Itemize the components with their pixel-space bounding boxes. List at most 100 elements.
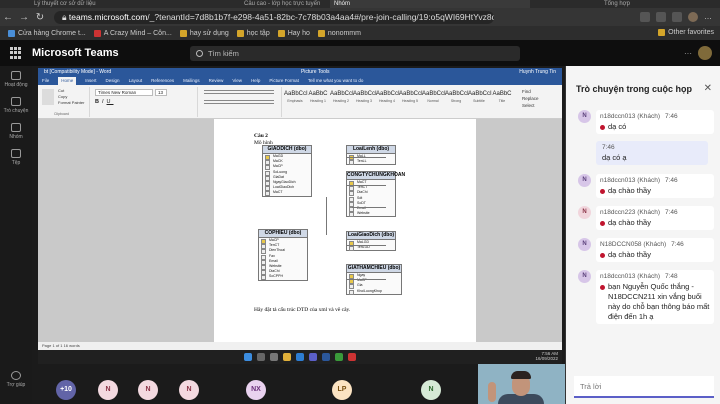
app-launcher-icon[interactable]	[10, 47, 22, 59]
participant-avatar[interactable]: +10	[56, 380, 76, 400]
tab-layout[interactable]: Layout	[129, 77, 143, 85]
participant-avatar[interactable]: NX	[246, 380, 266, 400]
tab-home[interactable]: Home	[58, 77, 77, 85]
browser-tab-active[interactable]: Nhóm	[330, 0, 530, 8]
style-strong[interactable]: AaBbCcI Strong	[445, 89, 469, 106]
relationship-line	[346, 185, 386, 186]
rail-files[interactable]: Tệp	[0, 144, 32, 170]
close-icon[interactable]: ✕	[704, 83, 712, 94]
format-painter-button[interactable]: Format Painter	[58, 100, 84, 106]
tab-design[interactable]: Design	[106, 77, 120, 85]
xbox-icon[interactable]	[335, 353, 343, 361]
bookmark-item[interactable]: A Crazy Mind – Côn...	[93, 29, 172, 37]
bookmark-folder[interactable]: hay sử dụng	[179, 29, 229, 37]
bookmark-folder[interactable]: Hay ho	[277, 29, 310, 37]
tab-mailings[interactable]: Mailings	[183, 77, 200, 85]
table-field: SoCPPH	[259, 274, 307, 281]
participant-avatar[interactable]: N	[421, 380, 441, 400]
find-button[interactable]: Find	[522, 88, 539, 95]
font-size-select[interactable]: 13	[155, 89, 167, 96]
style-heading-3[interactable]: AaBbCcI Heading 3	[353, 89, 377, 106]
bookmark-folder[interactable]: học tập	[236, 29, 270, 37]
message-body: n18dccn013 (Khách) 7:46 dạ chào thầy	[596, 174, 714, 198]
select-button[interactable]: Select	[522, 102, 539, 109]
paste-icon[interactable]	[42, 89, 54, 105]
align-buttons-icon[interactable]	[204, 100, 274, 104]
diagram-table[interactable]: GIAODICH (dbo) MaGD MaCK MaCP SoLuong GiaDat N…	[262, 145, 312, 197]
tab-help[interactable]: Help	[251, 77, 260, 85]
more-icon[interactable]: …	[704, 12, 714, 22]
other-favorites[interactable]: Other favorites	[658, 29, 714, 36]
windows-start-icon[interactable]	[244, 353, 252, 361]
collections-icon[interactable]	[672, 12, 682, 22]
message-meta: n18dccn013 (Khách) 7:46	[600, 176, 710, 186]
task-view-icon[interactable]	[270, 353, 278, 361]
tell-me-box[interactable]: Tell me what you want to do	[308, 77, 364, 85]
rail-help[interactable]: Trợ giúp	[0, 366, 32, 392]
style-heading-4[interactable]: AaBbCcI Heading 4	[376, 89, 400, 106]
message-meta: N18DCCN058 (Khách) 7:46	[600, 240, 710, 250]
participant-avatar[interactable]: LP	[332, 380, 352, 400]
list-buttons-icon[interactable]	[204, 90, 274, 94]
search-icon[interactable]	[257, 353, 265, 361]
tab-view[interactable]: View	[232, 77, 242, 85]
font-format-buttons[interactable]: BIU	[95, 99, 114, 105]
style-normal[interactable]: AaBbCcI Normal	[422, 89, 446, 106]
browser-tab[interactable]: Lý thuyết cơ sở dữ liệu	[30, 0, 110, 8]
tab-insert[interactable]: Insert	[85, 77, 96, 85]
message-body: n18dccn223 (Khách) 7:46 dạ chào thầy	[596, 206, 714, 230]
tab-references[interactable]: References	[151, 77, 174, 85]
app-icon[interactable]	[348, 353, 356, 361]
browser-tab[interactable]: Câu cao - lớp học trực tuyến	[240, 0, 330, 8]
reply-input[interactable]: Trả lời	[574, 376, 714, 398]
tab-file[interactable]: File	[42, 77, 49, 85]
participant-avatar[interactable]: N	[98, 380, 118, 400]
tab-review[interactable]: Review	[209, 77, 224, 85]
picture-tools-label: Picture Tools	[300, 69, 330, 75]
unread-dot-icon	[600, 124, 605, 130]
style-heading-1[interactable]: AaBbC Heading 1	[307, 89, 329, 106]
diagram-table[interactable]: LoaiLenh (dbo) MaLL TenLL	[346, 145, 396, 166]
extension-icon[interactable]	[640, 12, 650, 22]
style-heading-5[interactable]: AaBbCcI Heading 5	[399, 89, 423, 106]
user-avatar[interactable]	[698, 46, 712, 60]
rail-activity[interactable]: Hoạt động	[0, 66, 32, 92]
own-message[interactable]: 7:46 dạ có ạ	[596, 141, 708, 165]
style-title[interactable]: AaBbC Title	[491, 89, 513, 106]
more-options-icon[interactable]: ···	[684, 49, 692, 58]
rail-teams[interactable]: Nhóm	[0, 118, 32, 144]
participant-video[interactable]	[478, 364, 565, 404]
meeting-chat-panel: Trò chuyện trong cuộc họp ✕ Nn18dccn013 …	[565, 66, 720, 404]
style-emphasis[interactable]: AaBbCcI Emphasis	[284, 89, 308, 106]
document-page[interactable]: Câu 2 Mô hình GIAODICH (dbo) MaGD MaCK MaCP…	[214, 119, 476, 342]
message-time: 7:46	[671, 241, 684, 248]
teams-icon[interactable]	[309, 353, 317, 361]
style-heading-2[interactable]: AaBbCcI Heading 2	[330, 89, 354, 106]
style-subtitle[interactable]: AaBbCcI Subtitle	[468, 89, 492, 106]
replace-button[interactable]: Replace	[522, 95, 539, 102]
forward-icon[interactable]: →	[16, 12, 32, 23]
edge-icon[interactable]	[296, 353, 304, 361]
diagram-table[interactable]: COPHIEU (dbo) MaCP TenCT DienThoai Fax Email W…	[258, 229, 308, 281]
bookmark-folder[interactable]: nonommm	[317, 29, 361, 37]
tab-picture-format[interactable]: Picture Format	[269, 77, 299, 85]
participant-avatar[interactable]: N	[179, 380, 199, 400]
word-icon[interactable]	[322, 353, 330, 361]
folder-icon	[236, 29, 244, 37]
font-name-select[interactable]: Times New Roman	[95, 89, 153, 96]
back-icon[interactable]: ←	[0, 12, 16, 23]
search-input[interactable]: Tìm kiếm	[190, 46, 520, 61]
file-explorer-icon[interactable]	[283, 353, 291, 361]
browser-tab[interactable]: Tổng hợp	[600, 0, 680, 8]
diagram-table[interactable]: CONGTYCHUNGKHOAN MaCT TenCT DiaChi Sdt SoDT Em…	[346, 171, 405, 218]
site-icon	[93, 29, 101, 37]
favorites-icon[interactable]	[656, 12, 666, 22]
sender-avatar: N	[578, 270, 591, 283]
url-field[interactable]: 🔒︎ teams.microsoft.com/_?tenantId=7d8b1b…	[54, 10, 494, 24]
rail-chat[interactable]: Trò chuyện	[0, 92, 32, 118]
bookmark-item[interactable]: Cửa hàng Chrome t...	[8, 29, 86, 37]
participant-avatar[interactable]: N	[138, 380, 158, 400]
refresh-icon[interactable]: ↻	[32, 12, 48, 23]
profile-avatar[interactable]	[688, 12, 698, 22]
diagram-table[interactable]: LoaiGiaoDich (dbo) MaLGD TenLGD	[346, 231, 396, 252]
